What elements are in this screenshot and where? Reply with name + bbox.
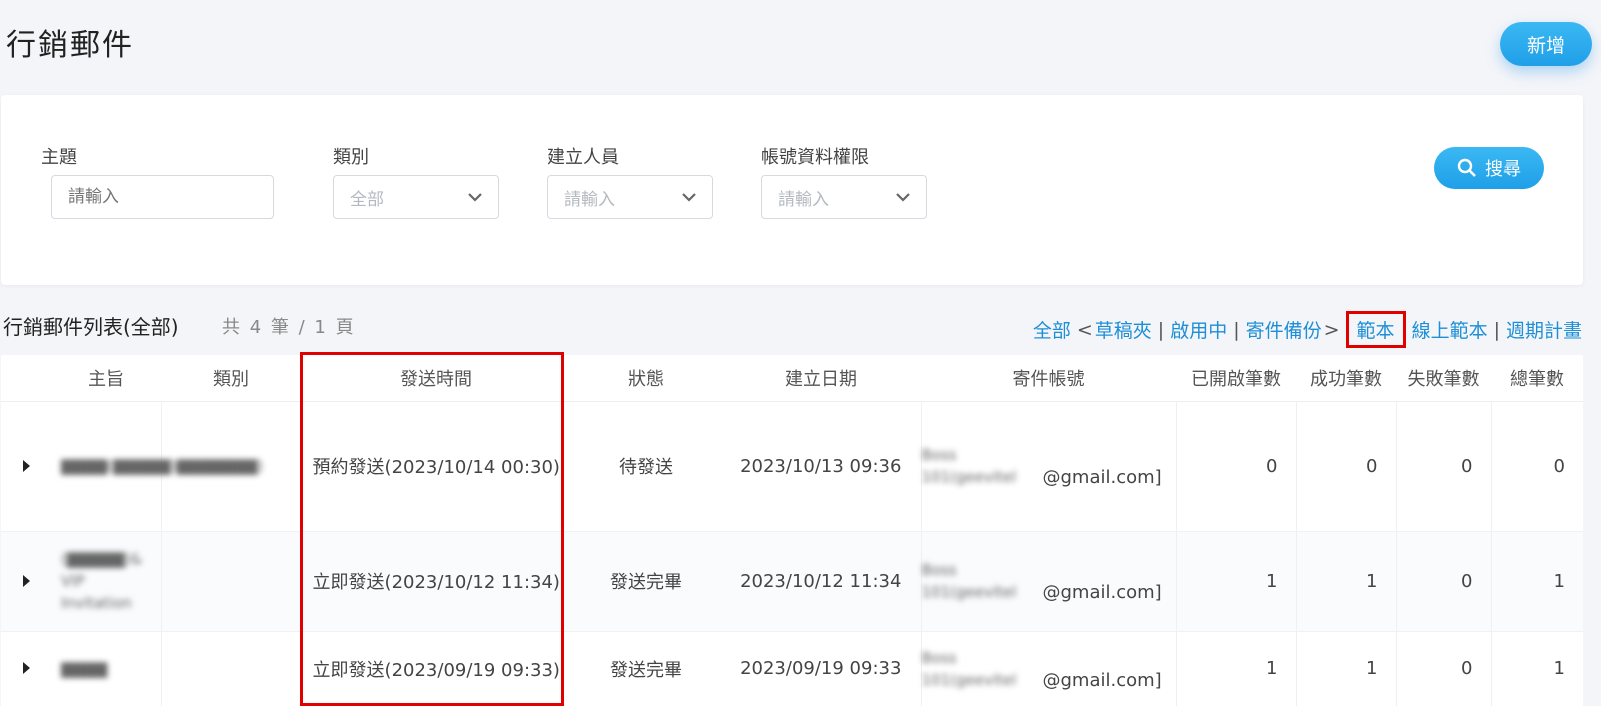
sender-cell: Boss 101(geevitel @gmail.com] bbox=[921, 531, 1177, 632]
category-filter-label: 類別 bbox=[333, 147, 369, 168]
add-button[interactable]: 新增 bbox=[1500, 22, 1592, 66]
table-header-row: 主旨 類別 發送時間 狀態 建立日期 寄件帳號 已開啟筆數 成功筆數 失敗筆數 … bbox=[1, 355, 1583, 402]
opened-count: 1 bbox=[1176, 631, 1297, 706]
link-backup[interactable]: 寄件備份 bbox=[1246, 316, 1322, 343]
page-title: 行銷郵件 bbox=[6, 28, 134, 63]
category-cell bbox=[161, 531, 302, 632]
header-sender: 寄件帳號 bbox=[921, 355, 1176, 402]
separator: | bbox=[1493, 318, 1500, 341]
search-button[interactable]: 搜尋 bbox=[1434, 147, 1544, 189]
chevron-down-icon bbox=[682, 193, 696, 202]
success-count: 1 bbox=[1296, 631, 1397, 706]
open-bracket: < bbox=[1076, 318, 1093, 341]
created-cell: 2023/10/13 09:36 bbox=[721, 401, 922, 532]
link-online-templates[interactable]: 線上範本 bbox=[1412, 316, 1488, 343]
sender-suffix: @gmail.com] bbox=[1042, 669, 1162, 691]
separator: | bbox=[1233, 318, 1240, 341]
send-time-cell: 立即發送(2023/10/12 11:34) bbox=[301, 531, 571, 632]
created-cell: 2023/10/12 11:34 bbox=[721, 531, 922, 632]
header-total: 總筆數 bbox=[1491, 355, 1583, 402]
permission-filter-label: 帳號資料權限 bbox=[761, 147, 869, 168]
link-drafts[interactable]: 草稿夾 bbox=[1095, 316, 1152, 343]
opened-count: 1 bbox=[1176, 531, 1297, 632]
total-count: 1 bbox=[1491, 631, 1583, 706]
close-bracket: > bbox=[1323, 318, 1340, 341]
sender-suffix: @gmail.com] bbox=[1042, 467, 1162, 488]
list-count: 共 4 筆 / 1 頁 bbox=[222, 317, 356, 338]
search-icon bbox=[1457, 158, 1476, 177]
created-cell: 2023/09/19 09:33 bbox=[721, 631, 922, 706]
header-expand bbox=[1, 355, 51, 402]
sender-redacted: Boss 101(geevitel bbox=[921, 446, 1017, 486]
header-send-time: 發送時間 bbox=[301, 355, 571, 402]
sender-suffix: @gmail.com] bbox=[1042, 582, 1162, 603]
permission-select-value: 請輸入 bbox=[778, 189, 829, 210]
status-cell: 發送完畢 bbox=[571, 531, 721, 632]
header-category: 類別 bbox=[161, 355, 301, 402]
chevron-down-icon bbox=[468, 193, 482, 202]
list-title: 行銷郵件列表(全部) bbox=[3, 315, 179, 339]
failed-count: 0 bbox=[1396, 401, 1492, 532]
sender-redacted: Boss 101(geevitel bbox=[921, 561, 1017, 601]
success-count: 1 bbox=[1296, 531, 1397, 632]
expand-toggle[interactable] bbox=[1, 401, 51, 532]
status-cell: 發送完畢 bbox=[571, 631, 721, 706]
failed-count: 0 bbox=[1396, 531, 1492, 632]
view-filter-links: 全部 < 草稿夾 | 啟用中 | 寄件備份 > 範本 線上範本 | 週期計畫 bbox=[1033, 311, 1582, 348]
creator-select[interactable]: 請輸入 bbox=[547, 175, 713, 219]
category-select[interactable]: 全部 bbox=[333, 175, 499, 219]
link-all[interactable]: 全部 bbox=[1033, 316, 1071, 343]
subject-cell: ▇▇▇▇(▇▇▇▇▇)▇▇▇▇▇▇▇) bbox=[51, 401, 263, 532]
mail-table: 主旨 類別 發送時間 狀態 建立日期 寄件帳號 已開啟筆數 成功筆數 失敗筆數 … bbox=[1, 355, 1583, 706]
caret-right-icon bbox=[22, 459, 30, 472]
success-count: 0 bbox=[1296, 401, 1397, 532]
search-button-label: 搜尋 bbox=[1485, 159, 1521, 180]
total-count: 0 bbox=[1491, 401, 1583, 532]
link-active[interactable]: 啟用中 bbox=[1170, 316, 1227, 343]
send-time-cell: 立即發送(2023/09/19 09:33) bbox=[301, 631, 571, 706]
expand-toggle[interactable] bbox=[1, 531, 51, 632]
creator-select-value: 請輸入 bbox=[564, 189, 615, 210]
subject-filter-label: 主題 bbox=[41, 147, 77, 168]
caret-right-icon bbox=[22, 574, 30, 587]
link-templates[interactable]: 範本 bbox=[1345, 311, 1406, 348]
failed-count: 0 bbox=[1396, 631, 1492, 706]
sender-redacted: Boss 101(geevitel bbox=[921, 648, 1017, 689]
status-cell: 待發送 bbox=[571, 401, 721, 532]
creator-filter-label: 建立人員 bbox=[547, 147, 619, 168]
header-failed: 失敗筆數 bbox=[1396, 355, 1491, 402]
category-select-value: 全部 bbox=[350, 189, 384, 210]
send-time-cell: 預約發送(2023/10/14 00:30) bbox=[301, 401, 571, 532]
subject-input[interactable] bbox=[51, 175, 274, 219]
subject-cell: (▇▇▇▇▇)& VIP Invitation bbox=[51, 531, 162, 632]
header-success: 成功筆數 bbox=[1296, 355, 1396, 402]
permission-select[interactable]: 請輸入 bbox=[761, 175, 927, 219]
category-cell bbox=[161, 631, 302, 706]
sender-cell: Boss 101(geevitel @gmail.com] bbox=[921, 631, 1177, 706]
total-count: 1 bbox=[1491, 531, 1583, 632]
table-row[interactable]: (▇▇▇▇▇)& VIP Invitation 立即發送(2023/10/12 … bbox=[1, 531, 1583, 632]
link-scheduled[interactable]: 週期計畫 bbox=[1506, 316, 1582, 343]
header-opened: 已開啟筆數 bbox=[1176, 355, 1296, 402]
header-created: 建立日期 bbox=[721, 355, 921, 402]
separator: | bbox=[1157, 318, 1165, 341]
filter-panel: 主題 類別 全部 建立人員 請輸入 帳號資料權限 請輸入 搜尋 bbox=[1, 95, 1583, 285]
subject-cell: ▇▇▇▇ bbox=[51, 631, 162, 706]
table-row[interactable]: ▇▇▇▇(▇▇▇▇▇)▇▇▇▇▇▇▇) 預約發送(2023/10/14 00:3… bbox=[1, 401, 1583, 532]
table-row[interactable]: ▇▇▇▇ 立即發送(2023/09/19 09:33) 發送完畢 2023/09… bbox=[1, 631, 1583, 706]
opened-count: 0 bbox=[1176, 401, 1297, 532]
expand-toggle[interactable] bbox=[1, 631, 51, 706]
chevron-down-icon bbox=[896, 193, 910, 202]
header-subject: 主旨 bbox=[51, 355, 161, 402]
caret-right-icon bbox=[22, 662, 30, 674]
sender-cell: Boss 101(geevitel @gmail.com] bbox=[921, 401, 1177, 532]
header-status: 狀態 bbox=[571, 355, 721, 402]
